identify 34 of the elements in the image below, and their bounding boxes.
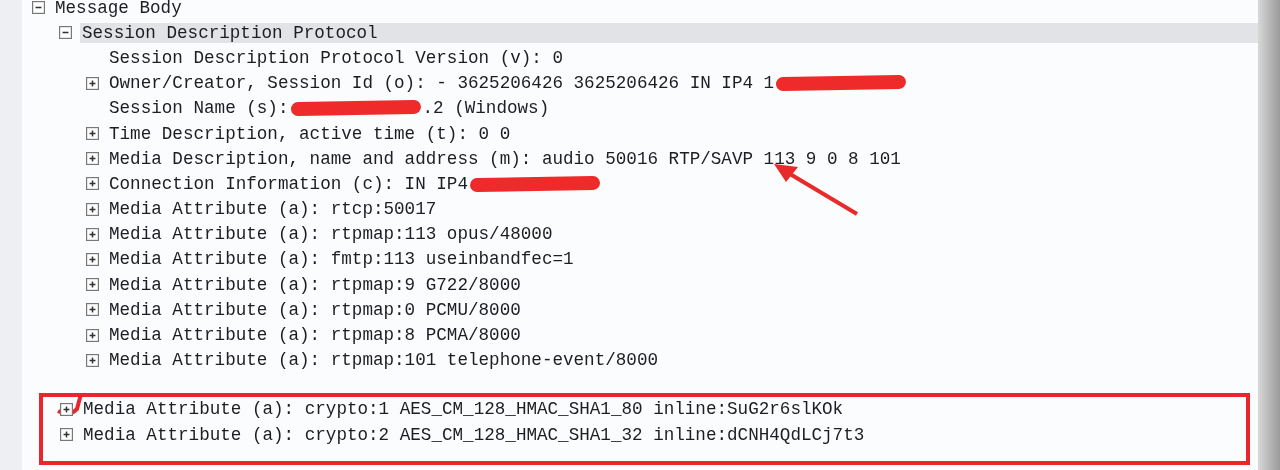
tree-item[interactable]: Media Attribute (a): rtpmap:0 PCMU/8000 xyxy=(107,299,523,320)
tree-item[interactable]: Connection Information (c): IN IP4 xyxy=(107,173,470,194)
tree-item[interactable]: Media Attribute (a): rtpmap:8 PCMA/8000 xyxy=(107,325,523,346)
tree-item[interactable]: Message Body xyxy=(53,0,184,18)
expand-icon[interactable] xyxy=(86,76,99,90)
tree-item-text: .2 (Windows) xyxy=(421,98,551,119)
expand-icon[interactable] xyxy=(86,202,99,216)
scrollbar[interactable] xyxy=(1258,0,1280,470)
expand-icon[interactable] xyxy=(86,278,99,292)
expand-icon[interactable] xyxy=(86,303,99,317)
tree-item[interactable]: Media Attribute (a): fmtp:113 useinbandfec=1 xyxy=(107,249,576,270)
expand-icon[interactable] xyxy=(86,127,99,141)
tree-item[interactable]: Media Attribute (a): rtpmap:113 opus/48000 xyxy=(107,224,555,245)
expand-icon[interactable] xyxy=(60,428,73,442)
collapse-icon[interactable] xyxy=(59,26,72,40)
expand-icon[interactable] xyxy=(60,402,73,416)
collapse-icon[interactable] xyxy=(32,1,45,15)
tree-item[interactable]: Media Description, name and address (m): audio 50016 RTP/SAVP 113 9 0 8 101 xyxy=(107,148,903,169)
expand-icon[interactable] xyxy=(86,328,99,342)
tree-item[interactable]: Session Description Protocol xyxy=(80,22,1258,43)
tree-item[interactable]: Media Attribute (a): rtpmap:101 telephone-event/8000 xyxy=(107,350,660,371)
tree-item[interactable]: Media Attribute (a): crypto:1 AES_CM_128_HMAC_SHA1_80 inline:SuG2r6slKOk xyxy=(81,399,846,420)
tree-item[interactable]: Media Attribute (a): rtpmap:9 G722/8000 xyxy=(107,274,523,295)
expand-icon[interactable] xyxy=(86,227,99,241)
expand-icon[interactable] xyxy=(86,177,99,191)
tree-item[interactable]: Media Attribute (a): rtcp:50017 xyxy=(107,199,439,220)
tree-item[interactable]: Time Description, active time (t): 0 0 xyxy=(107,123,513,144)
expand-icon[interactable] xyxy=(86,353,99,367)
tree-item[interactable]: Owner/Creator, Session Id (o): - 3625206426 3625206426 IN IP4 1 xyxy=(107,73,777,94)
expand-icon[interactable] xyxy=(86,152,99,166)
expand-icon[interactable] xyxy=(86,252,99,266)
tree-item[interactable]: Session Name (s): xyxy=(107,98,291,119)
tree-item[interactable]: Media Attribute (a): crypto:2 AES_CM_128_HMAC_SHA1_32 inline:dCNH4QdLCj7t3 xyxy=(81,424,867,445)
tree-item[interactable]: Session Description Protocol Version (v): 0 xyxy=(107,47,565,68)
